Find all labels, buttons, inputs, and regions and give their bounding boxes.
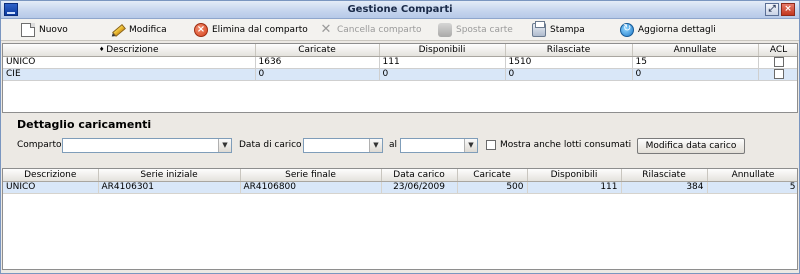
edit-button[interactable]: Modifica bbox=[111, 22, 167, 38]
chevron-down-icon[interactable]: ▼ bbox=[464, 139, 477, 152]
toolbar: Nuovo Modifica × Elimina dal comparto ✕ … bbox=[1, 19, 799, 41]
cell-rilasciate: 384 bbox=[621, 181, 708, 194]
x-icon: ✕ bbox=[320, 22, 332, 37]
col-caricate-header[interactable]: Caricate bbox=[457, 169, 528, 182]
window-title: Gestione Comparti bbox=[347, 4, 453, 15]
date-to-label: al bbox=[389, 140, 398, 150]
detail-filter-row: Comparto ▼ Data di carico dal ▼ al ▼ Mos… bbox=[17, 138, 797, 154]
loads-grid[interactable]: Descrizione Serie iniziale Serie finale … bbox=[2, 168, 798, 270]
cell-rilasciate: 0 bbox=[505, 68, 633, 81]
printer-icon bbox=[532, 21, 546, 37]
col-rilasciate-header[interactable]: Rilasciate bbox=[621, 169, 708, 182]
show-consumed-checkbox[interactable] bbox=[486, 140, 496, 150]
print-button[interactable]: Stampa bbox=[532, 21, 585, 38]
print-label: Stampa bbox=[550, 25, 585, 35]
detail-title: Dettaglio caricamenti bbox=[17, 118, 152, 131]
new-document-icon bbox=[21, 23, 35, 37]
edit-label: Modifica bbox=[129, 25, 167, 35]
compartments-header-row: Descrizione Caricate Disponibili Rilasci… bbox=[3, 44, 797, 57]
refresh-details-button[interactable]: Aggiorna dettagli bbox=[620, 22, 716, 38]
refresh-icon bbox=[620, 23, 634, 37]
remove-label: Elimina dal comparto bbox=[212, 25, 308, 35]
cell-caricate: 0 bbox=[255, 68, 380, 81]
comparto-label: Comparto bbox=[17, 140, 62, 150]
date-to-picker[interactable]: ▼ bbox=[400, 138, 478, 153]
acl-checkbox[interactable] bbox=[773, 68, 784, 79]
cell-caricate: 500 bbox=[457, 181, 528, 194]
detail-panel: Dettaglio caricamenti Comparto ▼ Data di… bbox=[17, 118, 797, 162]
table-row[interactable]: UNICO 1636 111 1510 15 bbox=[3, 56, 797, 69]
col-annullate-header[interactable]: Annullate bbox=[707, 169, 797, 182]
table-row[interactable]: UNICO AR4106301 AR4106800 23/06/2009 500… bbox=[3, 181, 797, 194]
restore-icon[interactable]: ⤢ bbox=[765, 3, 779, 16]
acl-checkbox[interactable] bbox=[773, 56, 784, 67]
show-consumed-label: Mostra anche lotti consumati bbox=[500, 140, 632, 150]
col-rilasciate-header[interactable]: Rilasciate bbox=[505, 44, 633, 57]
col-acl-header[interactable]: ACL bbox=[758, 44, 797, 57]
main-window: Gestione Comparti ⤢ × Nuovo Modifica × E… bbox=[0, 0, 800, 274]
cell-disponibili: 111 bbox=[379, 56, 506, 69]
col-descrizione-header[interactable]: Descrizione bbox=[3, 44, 256, 57]
move-cards-label: Sposta carte bbox=[456, 25, 513, 35]
cell-acl bbox=[758, 68, 797, 81]
new-label: Nuovo bbox=[39, 25, 68, 35]
col-descrizione-header[interactable]: Descrizione bbox=[3, 169, 99, 182]
cell-descrizione: CIE bbox=[3, 68, 256, 81]
cell-descrizione: UNICO bbox=[3, 181, 99, 194]
comparto-select[interactable]: ▼ bbox=[62, 138, 232, 153]
title-bar: Gestione Comparti ⤢ × bbox=[1, 1, 799, 19]
refresh-details-label: Aggiorna dettagli bbox=[638, 25, 716, 35]
cell-annullate: 15 bbox=[632, 56, 759, 69]
cell-data-carico: 23/06/2009 bbox=[381, 181, 458, 194]
col-serie-iniziale-header[interactable]: Serie iniziale bbox=[98, 169, 241, 182]
pencil-icon bbox=[108, 20, 128, 40]
compartments-grid[interactable]: Descrizione Caricate Disponibili Rilasci… bbox=[2, 43, 798, 113]
cell-disponibili: 0 bbox=[379, 68, 506, 81]
edit-load-date-button[interactable]: Modifica data carico bbox=[637, 138, 745, 154]
cell-annullate: 5 bbox=[707, 181, 797, 194]
table-row[interactable]: CIE 0 0 0 0 bbox=[3, 68, 797, 81]
col-annullate-header[interactable]: Annullate bbox=[632, 44, 759, 57]
delete-compartment-label: Cancella comparto bbox=[337, 25, 422, 35]
cell-rilasciate: 1510 bbox=[505, 56, 633, 69]
col-caricate-header[interactable]: Caricate bbox=[255, 44, 380, 57]
col-serie-finale-header[interactable]: Serie finale bbox=[240, 169, 382, 182]
col-disponibili-header[interactable]: Disponibili bbox=[527, 169, 622, 182]
chevron-down-icon[interactable]: ▼ bbox=[369, 139, 382, 152]
move-cards-button[interactable]: Sposta carte bbox=[438, 22, 513, 38]
date-from-picker[interactable]: ▼ bbox=[303, 138, 383, 153]
col-data-carico-header[interactable]: Data carico bbox=[381, 169, 458, 182]
cell-annullate: 0 bbox=[632, 68, 759, 81]
cell-serie-iniziale: AR4106301 bbox=[98, 181, 241, 194]
cell-serie-finale: AR4106800 bbox=[240, 181, 382, 194]
cell-disponibili: 111 bbox=[527, 181, 622, 194]
move-cards-icon bbox=[438, 23, 452, 37]
cell-caricate: 1636 bbox=[255, 56, 380, 69]
delete-icon: × bbox=[194, 23, 208, 37]
col-disponibili-header[interactable]: Disponibili bbox=[379, 44, 506, 57]
loads-header-row: Descrizione Serie iniziale Serie finale … bbox=[3, 169, 797, 182]
delete-compartment-button[interactable]: ✕ Cancella comparto bbox=[319, 22, 422, 38]
new-button[interactable]: Nuovo bbox=[21, 22, 68, 38]
close-icon[interactable]: × bbox=[781, 3, 795, 16]
chevron-down-icon[interactable]: ▼ bbox=[218, 139, 231, 152]
cell-descrizione: UNICO bbox=[3, 56, 256, 69]
remove-from-compartment-button[interactable]: × Elimina dal comparto bbox=[194, 22, 308, 38]
cell-acl bbox=[758, 56, 797, 69]
